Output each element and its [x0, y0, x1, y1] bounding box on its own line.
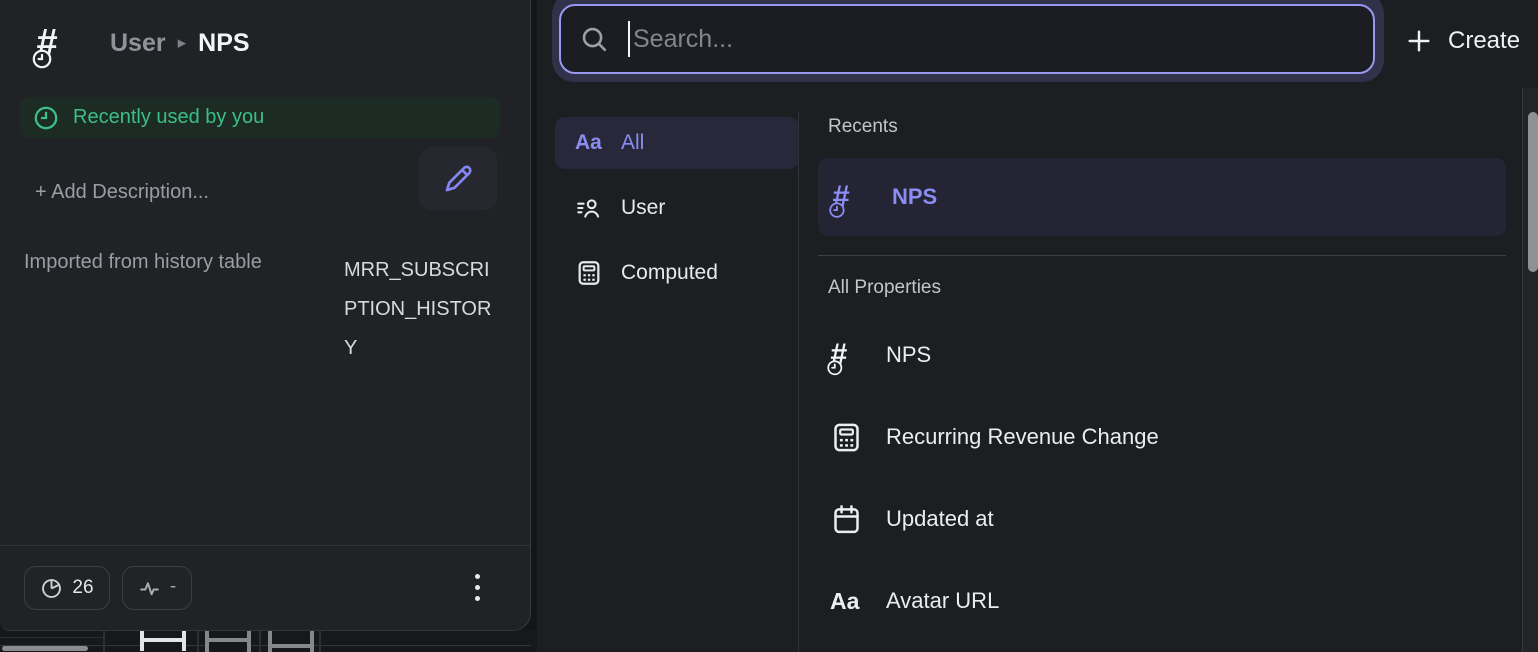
distribution-count-button[interactable]: 26: [24, 566, 110, 610]
trend-button[interactable]: -: [122, 566, 192, 610]
background-table-fragment: [0, 630, 537, 652]
search-placeholder: Search...: [633, 25, 733, 54]
vertical-scrollbar-track[interactable]: [1522, 88, 1538, 652]
more-options-button[interactable]: [464, 562, 490, 612]
property-item-nps[interactable]: # NPS: [830, 330, 1490, 380]
category-list: Aa All User: [555, 117, 799, 299]
calculator-icon: [830, 421, 874, 454]
trend-value: -: [170, 576, 176, 598]
footer-divider: [0, 545, 530, 546]
number-property-clock-icon: #: [36, 18, 84, 68]
chevron-right-icon: ▸: [178, 33, 187, 53]
property-details-panel: # User ▸ NPS Recently used by you + Add …: [0, 0, 531, 631]
property-item-updated-at[interactable]: Updated at: [830, 494, 1490, 544]
category-label: User: [621, 196, 665, 220]
background-divider: [103, 631, 105, 652]
property-item-avatar-url[interactable]: Aa Avatar URL: [830, 576, 1490, 626]
edit-description-button[interactable]: [419, 147, 497, 210]
user-list-icon: [575, 194, 621, 222]
plus-icon: [1405, 27, 1433, 55]
create-button-label: Create: [1448, 27, 1520, 55]
category-label: All: [621, 131, 644, 155]
calendar-icon: [830, 503, 874, 536]
property-item-recurring-revenue-change[interactable]: Recurring Revenue Change: [830, 412, 1490, 462]
category-label: Computed: [621, 261, 718, 285]
activity-icon: [138, 577, 161, 600]
background-divider: [0, 637, 103, 638]
pie-chart-icon: [40, 577, 63, 600]
recent-item-label: NPS: [892, 184, 937, 210]
number-property-clock-icon: #: [832, 177, 871, 218]
view-toggle-icon[interactable]: [205, 631, 251, 652]
create-button[interactable]: Create: [1405, 20, 1520, 62]
breadcrumb-parent[interactable]: User: [110, 29, 166, 58]
search-overlay: Search... Create Aa All: [537, 0, 1538, 652]
pencil-icon: [441, 162, 475, 196]
add-description-button[interactable]: + Add Description...: [35, 181, 209, 204]
background-divider: [259, 631, 261, 652]
property-item-label: NPS: [886, 342, 931, 368]
recently-used-label: Recently used by you: [73, 106, 264, 129]
column-divider: [798, 112, 799, 652]
horizontal-scrollbar[interactable]: [2, 646, 88, 651]
view-toggle-icon[interactable]: [140, 629, 186, 651]
screen: # User ▸ NPS Recently used by you + Add …: [0, 0, 1538, 652]
vertical-scrollbar-thumb[interactable]: [1528, 112, 1538, 272]
property-item-label: Recurring Revenue Change: [886, 424, 1159, 450]
search-input[interactable]: Search...: [559, 4, 1375, 74]
background-divider: [197, 631, 199, 652]
calculator-icon: [575, 259, 621, 287]
clock-icon: [33, 105, 59, 131]
breadcrumb: User ▸ NPS: [110, 29, 250, 58]
category-all[interactable]: Aa All: [555, 117, 799, 169]
breadcrumb-current: NPS: [198, 29, 249, 58]
recently-used-badge: Recently used by you: [20, 97, 500, 138]
text-type-icon: Aa: [575, 131, 621, 155]
view-toggle-icon[interactable]: [268, 631, 314, 652]
detail-label: Imported from history table: [24, 251, 262, 274]
text-type-icon: Aa: [830, 588, 874, 615]
recent-item-nps[interactable]: # NPS: [818, 158, 1506, 236]
section-divider: [818, 255, 1506, 256]
distribution-count: 26: [72, 577, 93, 599]
property-item-label: Updated at: [886, 506, 994, 532]
number-property-clock-icon: #: [830, 330, 874, 380]
detail-value: MRR_SUBSCRIPTION_HISTORY: [344, 251, 502, 368]
category-computed[interactable]: Computed: [555, 247, 799, 299]
text-cursor: [628, 21, 630, 57]
property-item-label: Avatar URL: [886, 588, 999, 614]
section-title-recents: Recents: [828, 116, 898, 138]
background-divider: [319, 631, 321, 652]
category-user[interactable]: User: [555, 182, 799, 234]
section-title-all-properties: All Properties: [828, 277, 941, 299]
kebab-menu-icon: [475, 574, 480, 579]
property-header: # User ▸ NPS: [36, 18, 250, 68]
search-icon: [579, 24, 610, 55]
